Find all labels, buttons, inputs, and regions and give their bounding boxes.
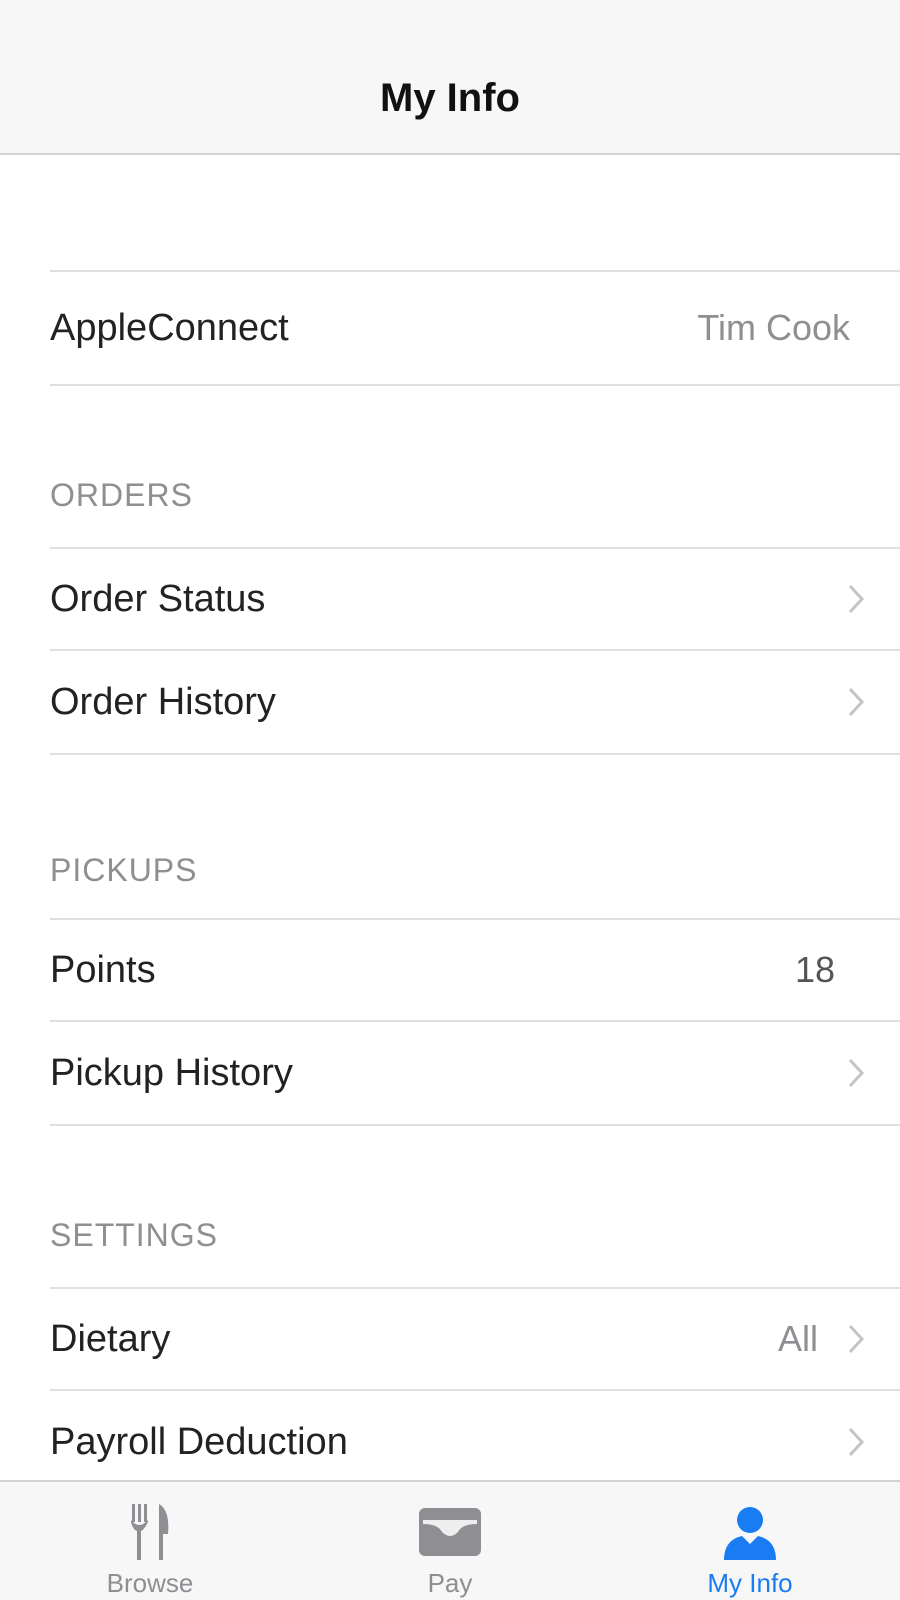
dietary-label: Dietary bbox=[50, 1317, 171, 1360]
tab-bar: Browse Pay My Info bbox=[0, 1480, 900, 1600]
page-title: My Info bbox=[380, 76, 520, 120]
pickups-section-header: PICKUPS bbox=[50, 852, 198, 888]
appleconnect-label: AppleConnect bbox=[50, 306, 289, 349]
payroll-deduction-row[interactable]: Payroll Deduction bbox=[50, 1391, 900, 1480]
points-row: Points 18 bbox=[50, 918, 900, 1022]
order-status-row[interactable]: Order Status bbox=[50, 547, 900, 651]
order-history-row[interactable]: Order History bbox=[50, 651, 900, 755]
settings-section-header: SETTINGS bbox=[50, 1217, 219, 1253]
appleconnect-row[interactable]: AppleConnect Tim Cook bbox=[50, 270, 900, 386]
pickup-history-label: Pickup History bbox=[50, 1051, 293, 1094]
points-value: 18 bbox=[794, 949, 835, 990]
tab-my-info-label: My Info bbox=[707, 1568, 793, 1598]
tab-my-info[interactable]: My Info bbox=[650, 1482, 850, 1600]
tab-browse[interactable]: Browse bbox=[50, 1482, 250, 1600]
points-label: Points bbox=[50, 948, 156, 991]
order-status-label: Order Status bbox=[50, 577, 266, 620]
navigation-bar: My Info bbox=[0, 0, 900, 155]
tab-browse-label: Browse bbox=[106, 1568, 194, 1598]
chevron-right-icon bbox=[847, 1022, 865, 1124]
screen: My Info AppleConnect Tim Cook ORDERS Ord… bbox=[0, 0, 900, 1600]
payroll-deduction-label: Payroll Deduction bbox=[50, 1420, 348, 1463]
person-icon bbox=[650, 1500, 850, 1564]
dietary-value: All bbox=[777, 1318, 818, 1359]
settings-list: AppleConnect Tim Cook ORDERS Order Statu… bbox=[0, 155, 900, 1480]
orders-section-header: ORDERS bbox=[50, 477, 193, 513]
fork-knife-icon bbox=[50, 1500, 250, 1564]
tab-pay[interactable]: Pay bbox=[350, 1482, 550, 1600]
tab-pay-label: Pay bbox=[427, 1568, 473, 1598]
pickup-history-row[interactable]: Pickup History bbox=[50, 1022, 900, 1126]
dietary-row[interactable]: Dietary All bbox=[50, 1287, 900, 1391]
chevron-right-icon bbox=[847, 1391, 865, 1480]
appleconnect-value: Tim Cook bbox=[697, 307, 850, 348]
chevron-right-icon bbox=[847, 549, 865, 649]
chevron-right-icon bbox=[847, 1289, 865, 1389]
order-history-label: Order History bbox=[50, 680, 276, 723]
wallet-icon bbox=[350, 1500, 550, 1564]
chevron-right-icon bbox=[847, 651, 865, 753]
